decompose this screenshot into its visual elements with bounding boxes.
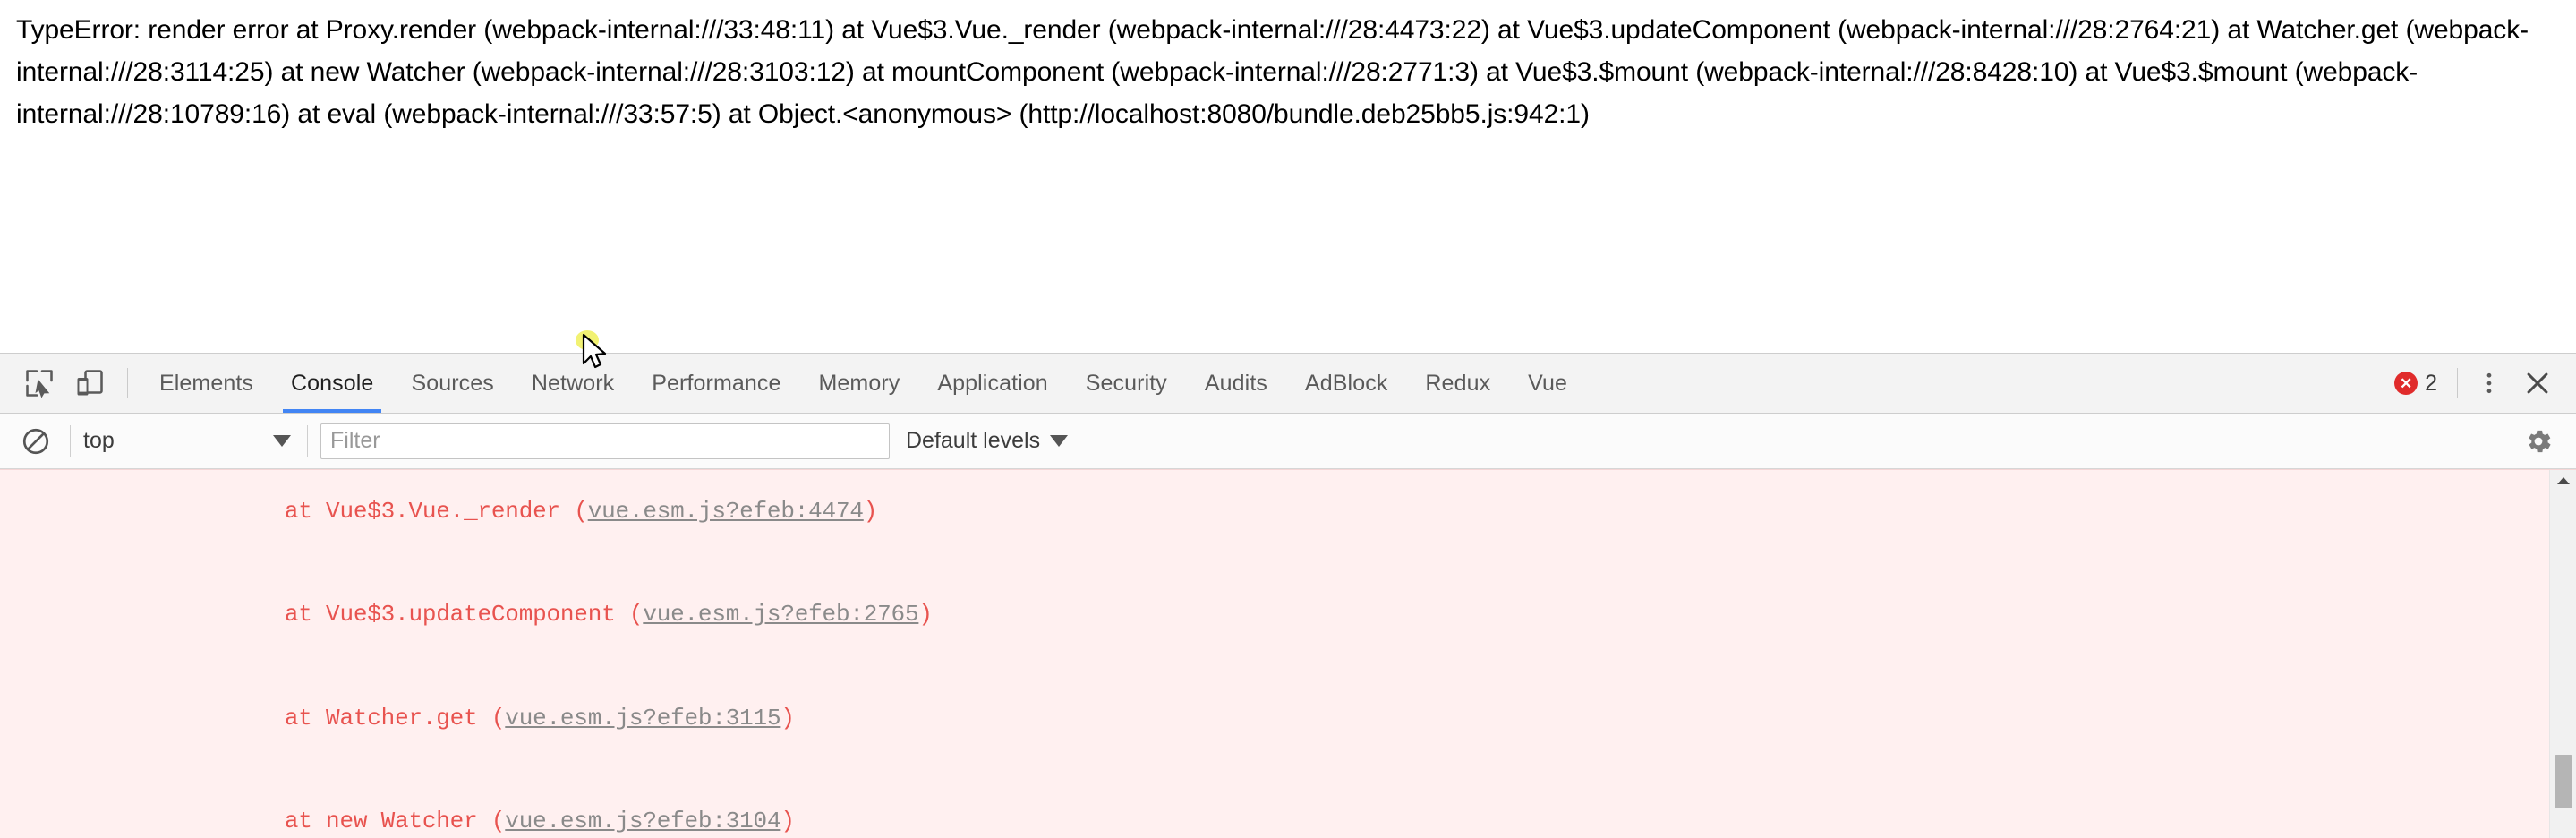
tab-label: Application — [937, 370, 1048, 396]
filter-input[interactable] — [320, 423, 890, 459]
tab-performance[interactable]: Performance — [633, 354, 799, 413]
stack-source-link[interactable]: vue.esm.js?efeb:3104 — [505, 808, 780, 834]
tab-console[interactable]: Console — [272, 354, 392, 413]
stack-tail: ) — [780, 704, 795, 731]
inspect-element-icon[interactable] — [14, 354, 64, 413]
web-page-viewport: TypeError: render error at Proxy.render … — [0, 0, 2576, 353]
kebab-menu-icon[interactable] — [2465, 359, 2513, 407]
tab-label: Sources — [411, 370, 494, 396]
error-count-badge[interactable]: ✕ 2 — [2382, 371, 2450, 397]
stack-tail: ) — [863, 497, 878, 525]
devtools-tabstrip: Elements Console Sources Network Perform… — [0, 354, 2576, 414]
tab-vue[interactable]: Vue — [1509, 354, 1586, 413]
console-filter-bar: top Default levels — [0, 414, 2576, 469]
page-error-text: TypeError: render error at Proxy.render … — [16, 15, 2529, 129]
toolbar-divider — [127, 368, 128, 398]
device-toolbar-icon[interactable] — [64, 354, 115, 413]
tab-redux[interactable]: Redux — [1406, 354, 1509, 413]
tab-sources[interactable]: Sources — [392, 354, 512, 413]
close-icon[interactable] — [2513, 359, 2562, 407]
tabstrip-right-controls: ✕ 2 — [2382, 354, 2576, 413]
tab-label: Redux — [1425, 370, 1491, 396]
stack-source-link[interactable]: vue.esm.js?efeb:3115 — [505, 705, 780, 731]
tab-elements[interactable]: Elements — [141, 354, 272, 413]
stack-fn: at Watcher.get ( — [229, 704, 506, 731]
console-stack-trace: at Vue$3.Vue._render (vue.esm.js?efeb:44… — [0, 470, 2546, 838]
execution-context-select[interactable]: top — [83, 428, 294, 454]
stack-fn: at Vue$3.Vue._render ( — [229, 497, 588, 525]
tab-adblock[interactable]: AdBlock — [1286, 354, 1406, 413]
tab-label: Console — [291, 370, 374, 396]
badge-divider — [2457, 368, 2458, 398]
tab-label: Elements — [159, 370, 254, 396]
stack-trace-line[interactable]: at Watcher.get (vue.esm.js?efeb:3115) — [0, 666, 2546, 770]
scroll-up-arrow-icon[interactable] — [2550, 475, 2576, 486]
stack-source-link[interactable]: vue.esm.js?efeb:4474 — [588, 498, 864, 525]
scrollbar-thumb[interactable] — [2555, 755, 2572, 808]
stack-fn: at new Watcher ( — [229, 808, 506, 834]
log-levels-select[interactable]: Default levels — [906, 428, 1069, 454]
stack-tail: ) — [780, 808, 795, 834]
tab-security[interactable]: Security — [1067, 354, 1186, 413]
execution-context-value: top — [83, 428, 115, 453]
filterbar-divider-2 — [307, 424, 308, 457]
tab-label: Audits — [1204, 370, 1267, 396]
tab-memory[interactable]: Memory — [799, 354, 918, 413]
log-levels-value: Default levels — [906, 428, 1041, 453]
stack-source-link[interactable]: vue.esm.js?efeb:2765 — [643, 601, 918, 628]
stack-fn: at Vue$3.updateComponent ( — [229, 601, 644, 628]
devtools-panel: Elements Console Sources Network Perform… — [0, 353, 2576, 838]
stack-trace-line[interactable]: at Vue$3.updateComponent (vue.esm.js?efe… — [0, 563, 2546, 667]
devtools-tab-list: Elements Console Sources Network Perform… — [141, 354, 2382, 413]
chevron-down-icon — [1050, 435, 1069, 447]
gear-icon[interactable] — [2515, 418, 2562, 465]
chevron-down-icon — [273, 435, 291, 447]
error-count-label: 2 — [2425, 370, 2437, 396]
clear-console-icon[interactable] — [14, 420, 57, 463]
tab-application[interactable]: Application — [918, 354, 1066, 413]
tab-network[interactable]: Network — [513, 354, 633, 413]
filterbar-divider-1 — [70, 424, 71, 457]
tab-label: AdBlock — [1304, 370, 1388, 396]
tab-audits[interactable]: Audits — [1186, 354, 1286, 413]
console-scrollbar[interactable] — [2549, 470, 2576, 838]
tab-label: Security — [1085, 370, 1167, 396]
stack-trace-line[interactable]: at Vue$3.Vue._render (vue.esm.js?efeb:44… — [0, 470, 2546, 563]
tab-label: Network — [531, 370, 615, 396]
tab-label: Performance — [652, 370, 781, 396]
tab-label: Vue — [1528, 370, 1568, 396]
error-icon: ✕ — [2394, 372, 2418, 395]
tab-label: Memory — [818, 370, 900, 396]
stack-trace-line[interactable]: at new Watcher (vue.esm.js?efeb:3104) — [0, 770, 2546, 838]
stack-tail: ) — [918, 601, 933, 628]
console-output-area[interactable]: at Vue$3.Vue._render (vue.esm.js?efeb:44… — [0, 469, 2576, 838]
